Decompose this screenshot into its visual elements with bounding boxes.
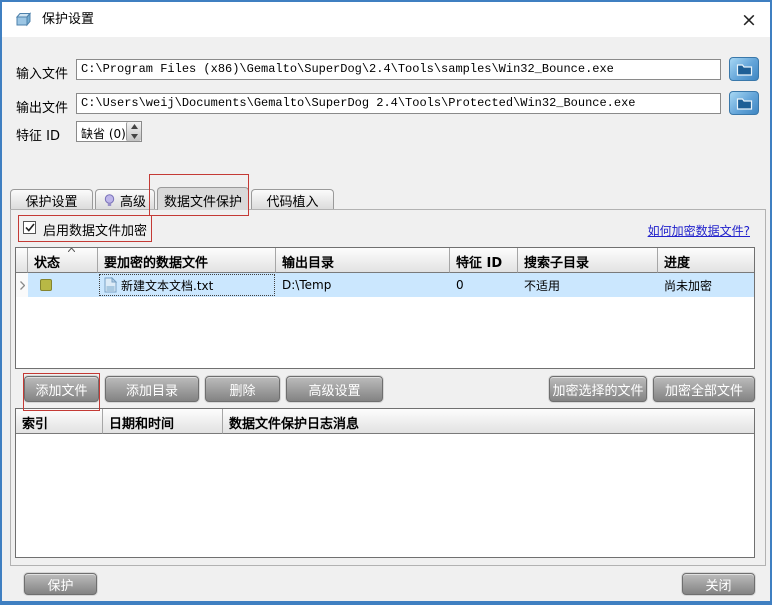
log-table: 索引 日期和时间 数据文件保护日志消息 (15, 408, 755, 558)
feature-id-spinner[interactable]: 缺省 (0) (76, 121, 142, 142)
protection-settings-dialog: 保护设置 × 输入文件 C:\Program Files (x86)\Gemal… (0, 0, 772, 605)
annotation-highlight-tab (149, 174, 249, 216)
tab-label: 保护设置 (25, 191, 77, 210)
row-expander[interactable] (16, 273, 28, 297)
encrypt-selected-button[interactable]: 加密选择的文件 (549, 376, 647, 402)
browse-input-file-button[interactable] (729, 57, 759, 81)
header-feature-id[interactable]: 特征 ID (450, 248, 518, 273)
folder-icon (736, 63, 753, 76)
files-table-empty-area (16, 297, 754, 368)
input-file-field[interactable]: C:\Program Files (x86)\Gemalto\SuperDog\… (76, 59, 721, 80)
status-cell (28, 273, 98, 297)
add-directory-button[interactable]: 添加目录 (105, 376, 199, 402)
table-row[interactable]: 新建文本文档.txt D:\Temp 0 不适用 尚未加密 (16, 273, 754, 297)
folder-icon (736, 97, 753, 110)
spin-down-icon[interactable] (127, 132, 141, 142)
tab-label: 代码植入 (266, 191, 318, 210)
close-button[interactable]: 关闭 (682, 573, 755, 595)
header-index[interactable]: 索引 (16, 409, 103, 434)
output-file-label: 输出文件 (16, 97, 68, 116)
output-file-field[interactable]: C:\Users\weij\Documents\Gemalto\SuperDog… (76, 93, 721, 114)
progress-cell: 尚未加密 (658, 273, 754, 297)
log-table-header: 索引 日期和时间 数据文件保护日志消息 (16, 409, 754, 434)
header-search-subdirs[interactable]: 搜索子目录 (518, 248, 658, 273)
protect-button[interactable]: 保护 (24, 573, 97, 595)
bulb-icon (104, 194, 115, 207)
file-name: 新建文本文档.txt (121, 277, 213, 294)
files-table: 状态 要加密的数据文件 输出目录 特征 ID 搜索子目录 进度 (15, 247, 755, 369)
status-pending-icon (40, 279, 52, 291)
header-gutter (16, 248, 28, 273)
spinner-buttons[interactable] (126, 122, 141, 141)
document-icon (104, 277, 117, 293)
window-title: 保护设置 (42, 2, 94, 37)
header-datetime[interactable]: 日期和时间 (103, 409, 223, 434)
file-name-cell[interactable]: 新建文本文档.txt (98, 273, 276, 297)
log-table-empty-area (16, 434, 754, 557)
header-file[interactable]: 要加密的数据文件 (98, 248, 276, 273)
tab-code-injection[interactable]: 代码植入 (251, 189, 334, 209)
browse-output-file-button[interactable] (729, 91, 759, 115)
feature-id-cell: 0 (450, 273, 518, 297)
feature-id-value: 缺省 (0) (77, 122, 126, 141)
output-dir-cell: D:\Temp (276, 273, 450, 297)
tab-protection-settings[interactable]: 保护设置 (10, 189, 93, 209)
tab-advanced[interactable]: 高级 (95, 189, 155, 209)
sort-ascending-icon (68, 248, 75, 252)
feature-id-label: 特征 ID (16, 125, 60, 144)
spin-up-icon[interactable] (127, 122, 141, 132)
close-icon[interactable]: × (736, 7, 762, 33)
encrypt-all-button[interactable]: 加密全部文件 (653, 376, 755, 402)
header-status[interactable]: 状态 (28, 248, 98, 273)
how-to-encrypt-link[interactable]: 如何加密数据文件? (648, 222, 750, 239)
header-progress[interactable]: 进度 (658, 248, 754, 273)
header-log-message[interactable]: 数据文件保护日志消息 (223, 409, 754, 434)
header-output-dir[interactable]: 输出目录 (276, 248, 450, 273)
advanced-settings-button[interactable]: 高级设置 (286, 376, 383, 402)
titlebar: 保护设置 × (2, 2, 770, 37)
tab-label: 高级 (120, 191, 146, 210)
input-file-label: 输入文件 (16, 63, 68, 82)
search-subdirs-cell: 不适用 (518, 273, 658, 297)
annotation-highlight-checkbox (18, 215, 152, 242)
delete-button[interactable]: 删除 (205, 376, 280, 402)
files-table-header: 状态 要加密的数据文件 输出目录 特征 ID 搜索子目录 进度 (16, 248, 754, 273)
app-box-icon (14, 10, 33, 29)
annotation-highlight-add-file (23, 373, 100, 411)
